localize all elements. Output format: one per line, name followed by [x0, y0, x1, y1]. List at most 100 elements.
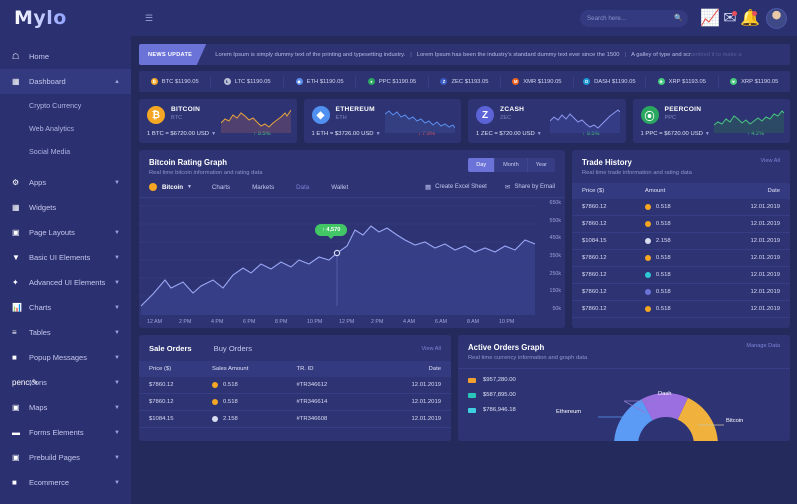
sidebar-item-advanced-ui-elements[interactable]: ✦ Advanced UI Elements ▼	[0, 270, 131, 295]
tab-markets[interactable]: Markets	[252, 184, 274, 191]
ticker-ppc[interactable]: ● PPC $1190.05	[356, 75, 429, 88]
orders-view-all-link[interactable]: View All	[422, 346, 442, 352]
hamburger-icon[interactable]: ☰	[145, 13, 156, 23]
ticker-price: $1193.05	[464, 78, 489, 85]
sidebar-item-forms-elements[interactable]: ▬ Forms Elements ▼	[0, 420, 131, 445]
mail-icon[interactable]: ✉	[720, 6, 740, 30]
table-header: Price ($) Amount Date	[572, 183, 790, 199]
ticker-dash[interactable]: D DASH $1190.05	[574, 75, 647, 88]
sidebar-item-charts[interactable]: 📊 Charts ▼	[0, 295, 131, 320]
sidebar-item-prebuild-pages[interactable]: ▣ Prebuild Pages ▼	[0, 445, 131, 470]
ticker-xmr[interactable]: M XMR $1190.05	[501, 75, 574, 88]
chart-bar-icon[interactable]: 📈	[700, 6, 720, 30]
amount-value: 0.518	[223, 382, 238, 388]
tab-charts[interactable]: Charts	[212, 184, 230, 191]
trade-history-view-all-link[interactable]: View All	[761, 158, 781, 164]
sidebar-subitem-crypto-currency[interactable]: Crypto Currency	[0, 94, 131, 117]
coin-selector-dropdown[interactable]: Bitcoin ▼	[149, 183, 192, 191]
cell-price: $1084.15	[572, 232, 635, 250]
cell-date: 12.01.2019	[699, 215, 790, 233]
ticker-ltc[interactable]: Ł LTC $1190.05	[211, 75, 284, 88]
coin-card-bitcoin[interactable]: ₿ BITCOIN BTC 1 BTC = $6720.00 USD ▼ ↑ 9.…	[139, 99, 297, 143]
sidebar-item-home[interactable]: ☖ Home	[0, 44, 131, 69]
sidebar-item-tables[interactable]: ≡ Tables ▼	[0, 320, 131, 345]
sidebar-item-apps[interactable]: ⚙ Apps ▼	[0, 170, 131, 195]
tab-buy-orders[interactable]: Buy Orders	[214, 344, 252, 353]
sidebar-item-widgets[interactable]: ▦ Widgets	[0, 195, 131, 220]
amount-value: 0.518	[655, 255, 671, 261]
tab-wallet[interactable]: Wallet	[331, 184, 348, 191]
sidebar-item-basic-ui-elements[interactable]: ▼ Basic UI Elements ▼	[0, 245, 131, 270]
search-box[interactable]: 🔍	[580, 9, 688, 27]
range-day-button[interactable]: Day	[468, 158, 496, 172]
ticker-btc[interactable]: ₿ BTC $1190.05	[139, 75, 212, 88]
sidebar-item-label: Forms Elements	[29, 428, 84, 437]
range-month-button[interactable]: Month	[495, 158, 528, 172]
manage-data-link[interactable]: Manage Data	[746, 343, 780, 349]
coin-card-zcash[interactable]: Z ZCASH ZEC 1 ZEC = $720.00 USD ▼ ↑ 9.5%	[468, 99, 626, 143]
share-by-email-button[interactable]: ✉ Share by Email	[505, 183, 555, 191]
table-row[interactable]: $7860.12 0.518 #TR346614 12.01.2019	[139, 393, 451, 411]
table-row[interactable]: $1084.15 2.158 12.01.2019	[572, 232, 790, 250]
tab-data[interactable]: Data	[296, 184, 309, 191]
search-input[interactable]	[587, 14, 674, 22]
donut-label-ethereum: Ethereum	[556, 409, 582, 415]
brand-logo[interactable]: Mylo	[0, 0, 131, 36]
coin-name: ZCASH	[500, 106, 525, 113]
btc-coin-icon: ₿	[150, 78, 158, 85]
table-row[interactable]: $7860.12 0.518 12.01.2019	[572, 283, 790, 301]
coin-price[interactable]: 1 ZEC = $720.00 USD ▼	[476, 131, 542, 137]
ticker-xrp-1[interactable]: ☣ XRP $1193.05	[646, 75, 719, 88]
table-row[interactable]: $7860.12 0.518 12.01.2019	[572, 199, 790, 216]
coin-symbol: ZEC	[500, 115, 512, 121]
table-row[interactable]: $7860.12 0.518 12.01.2019	[572, 266, 790, 284]
coin-price[interactable]: 1 PPC = $6720.00 USD ▼	[641, 131, 710, 137]
sidebar-subitem-web-analytics[interactable]: Web Analytics	[0, 117, 131, 140]
table-row[interactable]: $7860.12 0.518 12.01.2019	[572, 249, 790, 267]
avatar[interactable]	[766, 7, 787, 29]
sidebar-item-icons[interactable]: penc;✎ Icons ▼	[0, 370, 131, 395]
page-icon: ▣	[12, 453, 20, 462]
sidebar-item-page-layouts[interactable]: ▣ Page Layouts ▼	[0, 220, 131, 245]
ticker-eth[interactable]: ◆ ETH $1190.05	[284, 75, 357, 88]
range-year-button[interactable]: Year	[528, 158, 555, 172]
home-icon: ☖	[12, 52, 20, 61]
chevron-down-icon: ▼	[114, 254, 120, 261]
bell-icon[interactable]: 🔔	[740, 6, 760, 30]
news-item-1: Lorem Ipsum is simply dummy text of the …	[215, 51, 406, 58]
cell-amount: 0.518	[634, 215, 700, 233]
coin-card-ethereum[interactable]: ◆ ETHEREUM ETH 1 ETH = $3726.00 USD ▼ ↓ 7…	[303, 99, 461, 143]
sidebar-item-dashboard[interactable]: ▦ Dashboard ▲	[0, 69, 131, 94]
table-row[interactable]: $7860.12 0.518 12.01.2019	[572, 215, 790, 233]
chevron-down-icon[interactable]: ▼	[376, 131, 381, 137]
chevron-down-icon: ▼	[114, 304, 120, 311]
coin-card-peercoin[interactable]: ⦿ PEERCOIN PPC 1 PPC = $6720.00 USD ▼ ↑ 4…	[632, 99, 790, 143]
chevron-down-icon[interactable]: ▼	[537, 131, 542, 137]
table-row[interactable]: $7860.12 0.518 #TR346612 12.01.2019	[139, 377, 451, 394]
cell-price: $7860.12	[572, 249, 635, 267]
coin-price[interactable]: 1 ETH = $3726.00 USD ▼	[312, 131, 381, 137]
orders-tab-header: Sale Orders Buy Orders View All	[139, 335, 451, 361]
cell-amount: 2.158	[202, 410, 287, 428]
table-row[interactable]: $7860.12 0.518 12.01.2019	[572, 300, 790, 318]
ticker-zec[interactable]: Z ZEC $1193.05	[429, 75, 502, 88]
chevron-down-icon[interactable]: ▼	[705, 131, 710, 137]
column-tr-id: TR. ID	[286, 361, 361, 377]
sidebar-item-label: Icons	[29, 378, 47, 387]
chevron-down-icon: ▼	[114, 429, 120, 436]
grid-icon: ▦	[12, 77, 20, 86]
tab-sale-orders[interactable]: Sale Orders	[149, 344, 192, 353]
sidebar-subitem-social-media[interactable]: Social Media	[0, 140, 131, 163]
chevron-down-icon[interactable]: ▼	[211, 131, 216, 137]
search-icon[interactable]: 🔍	[674, 14, 683, 22]
create-excel-sheet-button[interactable]: ▦ Create Excel Sheet	[425, 183, 487, 191]
coin-price[interactable]: 1 BTC = $6720.00 USD ▼	[147, 131, 216, 137]
topbar: ☰ 🔍 📈 ✉ 🔔	[131, 0, 797, 36]
sidebar-item-label: Apps	[29, 178, 47, 187]
sidebar-item-popup-messages[interactable]: ■ Popup Messages ▼	[0, 345, 131, 370]
ticker-xrp-2[interactable]: ☣ XRP $1190.05	[719, 76, 790, 88]
sidebar-item-maps[interactable]: ▣ Maps ▼	[0, 395, 131, 420]
table-row[interactable]: $1084.15 2.158 #TR346608 12.01.2019	[139, 410, 451, 428]
sidebar-item-ecommerce[interactable]: ■ Ecommerce ▼	[0, 470, 131, 495]
amount-value: 0.518	[655, 221, 671, 227]
